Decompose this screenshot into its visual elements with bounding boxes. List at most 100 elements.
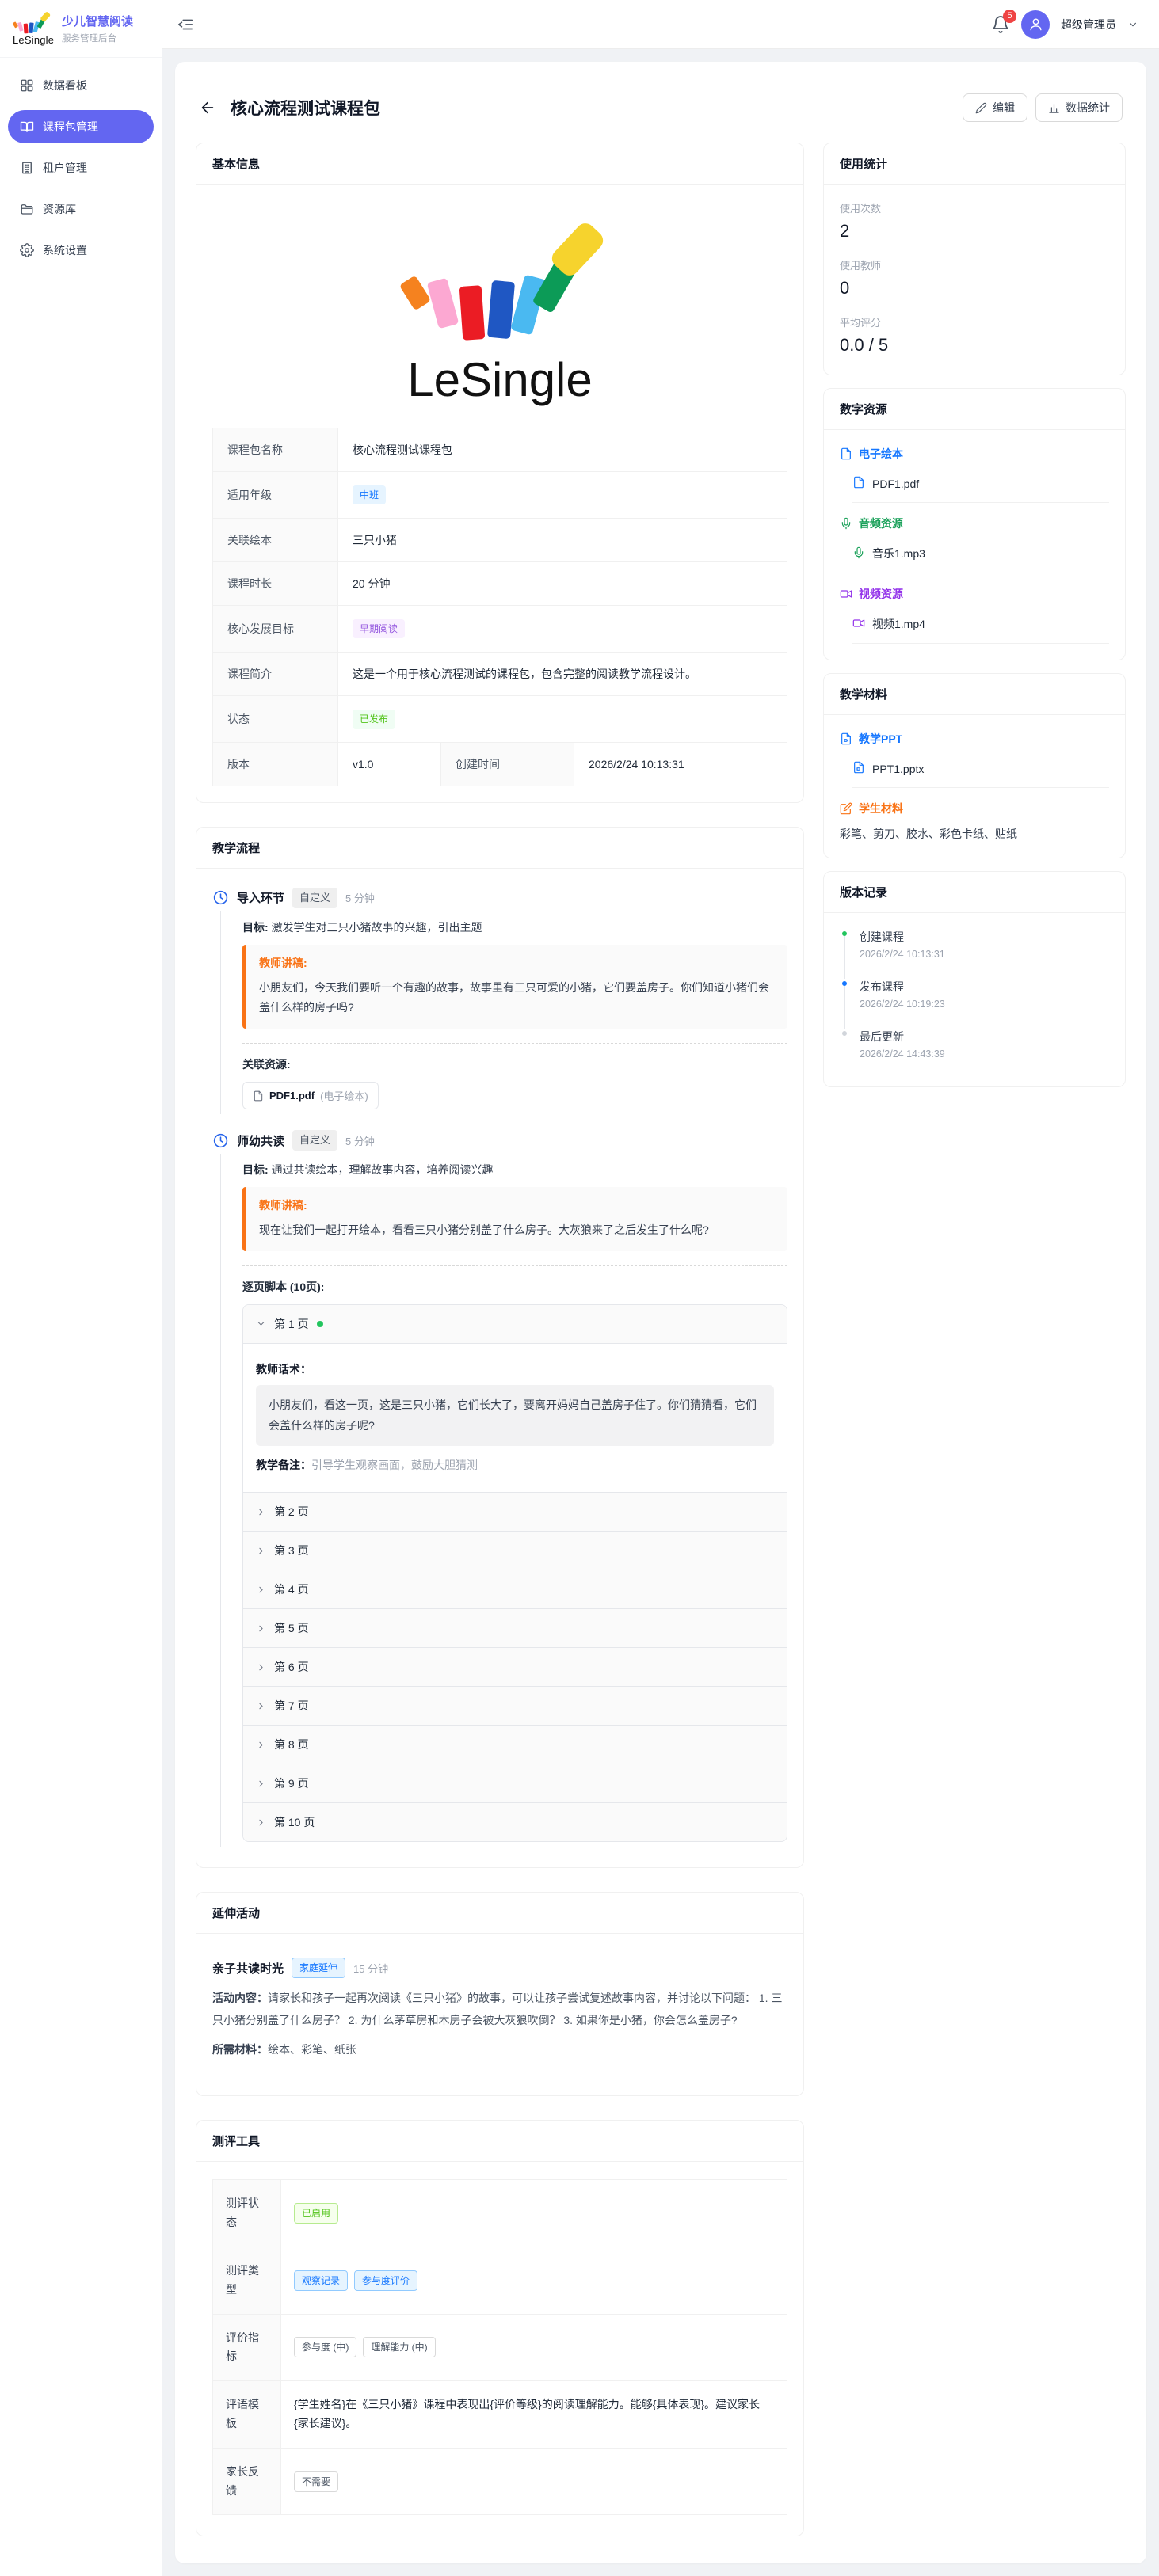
resource-chip[interactable]: PDF1.pdf (电子绘本) [242,1082,379,1109]
step-type-badge: 自定义 [292,888,337,908]
stat-value: 0.0 / 5 [840,335,1109,356]
back-button[interactable] [199,99,216,116]
topbar: 5 超级管理员 [162,0,1159,49]
resources-label: 关联资源: [242,1056,787,1072]
sidebar-item-label: 租户管理 [43,160,87,176]
notification-count-badge: 5 [1003,10,1016,23]
page-row[interactable]: 第 10 页 [243,1802,787,1841]
row-label: 状态 [213,696,338,743]
page-row[interactable]: 第 5 页 [243,1608,787,1647]
page-row-title: 第 9 页 [274,1775,309,1791]
lesingle-logo-icon: LeSingle [13,13,54,46]
basic-info-card: 基本信息 LeSingle 课程包名 [196,143,804,803]
stat-value: 0 [840,278,1109,299]
flow-step: 师幼共读 自定义 5 分钟 目标: 通过共读绘本，理解故事内容，培养阅读兴趣 教… [212,1130,787,1847]
row-value: 三只小猪 [338,519,787,562]
table-row: 课程时长 20 分钟 [213,562,787,606]
script-text: 小朋友们，今天我们要听一个有趣的故事，故事里有三只可爱的小猪，它们要盖房子。你们… [259,978,774,1019]
page-row[interactable]: 第 6 页 [243,1647,787,1686]
event-title: 最后更新 [860,1029,945,1044]
app-subtitle: 服务管理后台 [62,32,133,44]
page-row-expanded[interactable]: 第 1 页 [243,1305,787,1343]
material-file[interactable]: PPT1.pptx [852,756,1109,788]
bar-chart-icon [1048,102,1060,114]
teacher-script-box: 教师讲稿: 小朋友们，今天我们要听一个有趣的故事，故事里有三只可爱的小猪，它们要… [242,945,787,1029]
notification-bell-icon[interactable]: 5 [991,15,1010,34]
row-value: 20 分钟 [338,562,787,606]
page-row[interactable]: 第 8 页 [243,1725,787,1764]
building-icon [20,161,34,175]
flow-step: 导入环节 自定义 5 分钟 目标: 激发学生对三只小猪故事的兴趣，引出主题 教师… [212,888,787,1114]
chevron-right-icon [256,1740,266,1750]
logo-wordmark: LeSingle [13,34,54,46]
page-row-title: 第 3 页 [274,1543,309,1558]
sidebar-collapse-icon[interactable] [177,16,194,33]
content-label: 活动内容： [212,1992,268,2004]
row-label: 测评状态 [213,2180,281,2247]
sidebar-item-tenants[interactable]: 租户管理 [8,151,154,185]
status-badge: 已发布 [353,710,395,729]
page-row[interactable]: 第 4 页 [243,1570,787,1608]
stat-item: 使用教师 0 [840,257,1109,299]
user-name[interactable]: 超级管理员 [1061,17,1116,32]
sidebar-menu: 数据看板 课程包管理 租户管理 资源库 系统设置 [0,58,162,286]
resource-file[interactable]: 音乐1.mp3 [852,541,1109,573]
assessment-type-badge: 参与度评价 [354,2270,417,2291]
avatar[interactable] [1021,10,1050,39]
page-row[interactable]: 第 9 页 [243,1764,787,1802]
event-time: 2026/2/24 10:19:23 [860,999,945,1010]
resource-file-name: PDF1.pdf [872,478,919,490]
stat-item: 平均评分 0.0 / 5 [840,314,1109,356]
sidebar-item-resources[interactable]: 资源库 [8,192,154,226]
logo-arc [401,227,599,346]
materials-label: 所需材料： [212,2043,268,2056]
goal-badge: 早期阅读 [353,619,405,638]
logo-bar [399,276,431,311]
logo-wordmark: LeSingle [407,352,593,407]
timeline-item: 创建课程 2026/2/24 10:13:31 [840,929,1109,979]
resource-file[interactable]: 视频1.mp4 [852,611,1109,644]
resource-file[interactable]: PDF1.pdf [852,471,1109,503]
step-duration: 5 分钟 [345,890,375,905]
page-row[interactable]: 第 2 页 [243,1492,787,1531]
logo-bar [24,24,29,34]
document-icon [840,447,852,460]
status-dot [317,1321,323,1327]
arrow-left-icon [199,99,216,116]
activity-type-badge: 家庭延伸 [292,1958,345,1978]
row-label: 课程时长 [213,562,338,606]
main-area: 5 超级管理员 核心流程测试课程包 [162,0,1159,2576]
table-row: 课程包名称 核心流程测试课程包 [213,428,787,472]
chevron-down-icon[interactable] [1127,19,1138,30]
sidebar-item-dashboard[interactable]: 数据看板 [8,69,154,102]
video-camera-icon [852,617,865,632]
row-label: 评语模板 [213,2381,281,2449]
page-row-title: 第 2 页 [274,1504,309,1520]
sidebar-item-course-packages[interactable]: 课程包管理 [8,110,154,143]
student-materials-text: 彩笔、剪刀、胶水、彩色卡纸、贴纸 [840,826,1109,842]
book-icon [20,120,34,134]
card-title: 基本信息 [196,143,803,185]
edit-button[interactable]: 编辑 [963,93,1027,122]
right-column: 使用统计 使用次数 2 使用教师 0 [823,143,1126,1087]
page-row[interactable]: 第 3 页 [243,1531,787,1570]
resource-group-title: 视频资源 [859,586,903,602]
logo-bar [427,278,459,329]
file-icon [253,1090,264,1102]
goal-label: 目标: [242,1163,269,1176]
version-value: v1.0 [338,743,441,786]
table-row: 状态 已发布 [213,696,787,743]
row-label: 测评类型 [213,2247,281,2314]
event-time: 2026/2/24 14:43:39 [860,1048,945,1060]
data-stats-button[interactable]: 数据统计 [1035,93,1123,122]
table-row: 核心发展目标 早期阅读 [213,606,787,653]
table-row: 家长反馈 不需要 [213,2448,787,2515]
page-row[interactable]: 第 7 页 [243,1686,787,1725]
gear-icon [20,243,34,257]
talk-text: 小朋友们，看这一页，这是三只小猪，它们长大了，要离开妈妈自己盖房子住了。你们猜猜… [256,1385,774,1447]
activity-title: 亲子共读时光 [212,1960,284,1977]
sidebar-item-settings[interactable]: 系统设置 [8,234,154,267]
extension-activity-card: 延伸活动 亲子共读时光 家庭延伸 15 分钟 活动内容：请家长和孩子一起再次阅读… [196,1892,804,2096]
chevron-right-icon [256,1585,266,1595]
table-row: 课程简介 这是一个用于核心流程测试的课程包，包含完整的阅读教学流程设计。 [213,653,787,696]
